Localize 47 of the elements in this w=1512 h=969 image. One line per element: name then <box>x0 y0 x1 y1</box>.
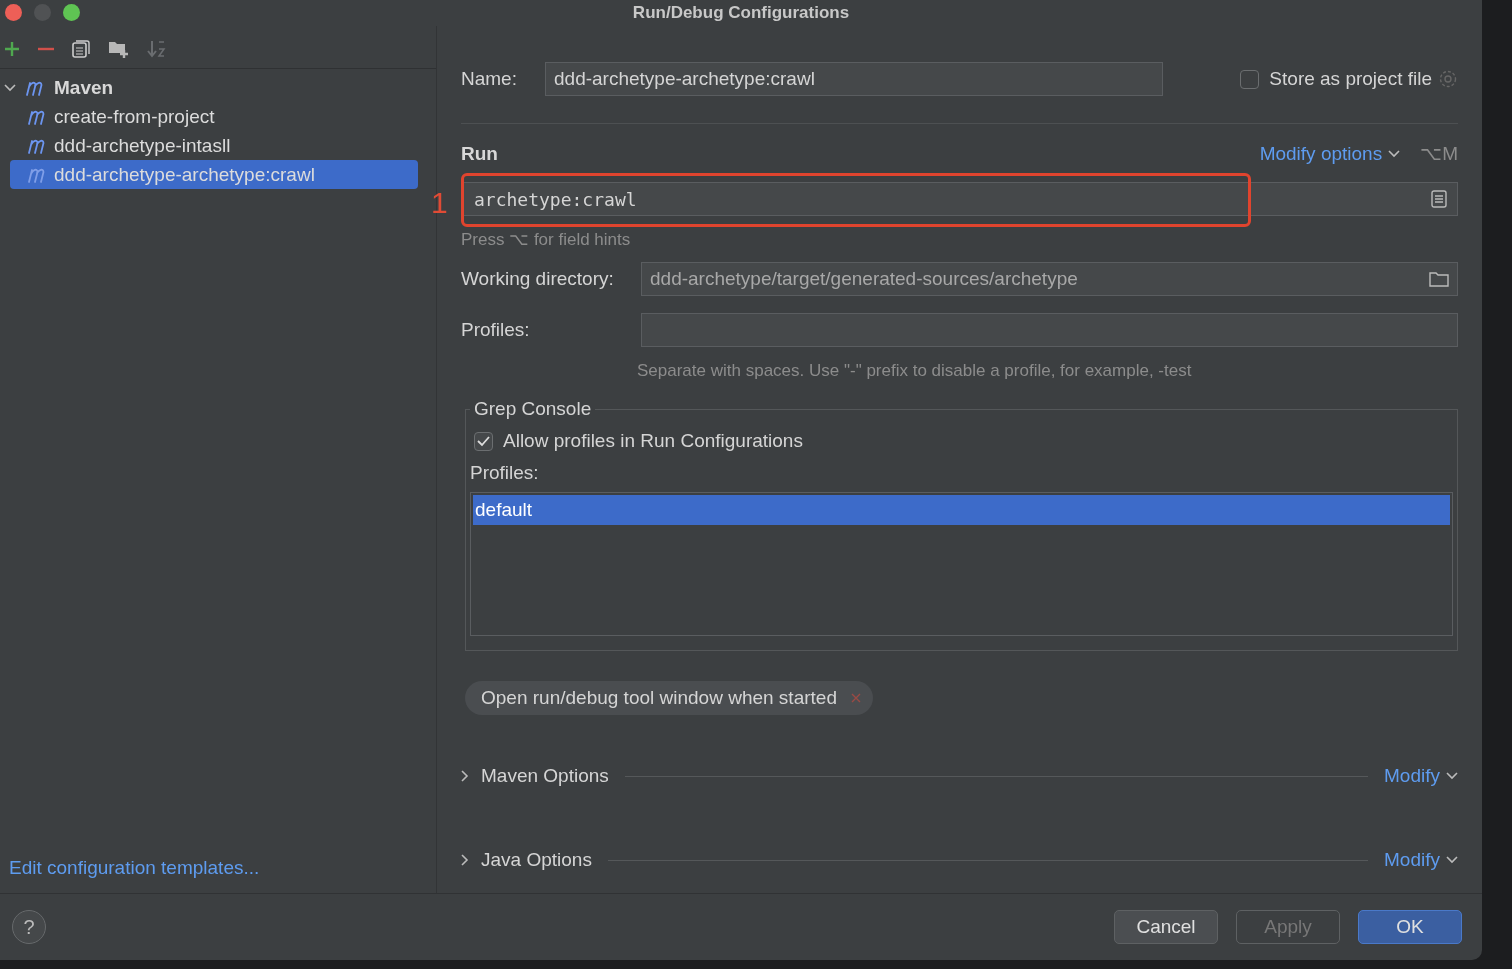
checkbox[interactable] <box>474 431 493 451</box>
modify-options-link[interactable]: Modify options <box>1259 142 1401 165</box>
document-icon[interactable] <box>1431 190 1447 208</box>
edit-templates-link[interactable]: Edit configuration templates... <box>0 857 436 893</box>
tree-item[interactable]: ddd-archetype-intasll <box>10 131 418 160</box>
shortcut-label: ⌥M <box>1420 142 1458 165</box>
section-title[interactable]: Java Options <box>481 849 592 871</box>
run-heading: Run <box>461 142 498 165</box>
ok-button[interactable]: OK <box>1358 910 1462 944</box>
add-icon[interactable] <box>4 41 20 57</box>
zoom-icon[interactable] <box>63 4 80 21</box>
chevron-icon[interactable] <box>461 854 469 866</box>
chevron-icon[interactable] <box>4 83 16 92</box>
profiles-list-label: Profiles: <box>470 462 540 484</box>
store-label: Store as project file <box>1269 68 1432 90</box>
remove-icon[interactable] <box>38 47 54 51</box>
name-field[interactable]: ddd-archetype-archetype:crawl <box>545 62 1163 96</box>
option-tag: Open run/debug tool window when started <box>465 681 873 715</box>
field-hint: Press ⌥ for field hints <box>461 229 631 250</box>
modify-link[interactable]: Modify <box>1384 765 1458 787</box>
working-directory-field[interactable]: ddd-archetype/target/generated-sources/archetype <box>641 262 1458 296</box>
chevron-icon[interactable] <box>1446 856 1458 864</box>
checkbox[interactable] <box>1240 69 1260 89</box>
folder-icon[interactable] <box>1429 271 1449 287</box>
folder-add-icon[interactable] <box>108 40 129 58</box>
command-field[interactable]: archetype:crawl <box>461 182 1458 216</box>
annotation-label: 1 <box>431 186 448 220</box>
name-label: Name: <box>461 68 518 90</box>
section-title[interactable]: Maven Options <box>481 765 609 787</box>
working-directory-label: Working directory: <box>461 268 615 290</box>
list-item[interactable]: default <box>473 495 1450 525</box>
chevron-icon[interactable] <box>1446 772 1458 780</box>
copy-icon[interactable] <box>72 40 90 58</box>
tree-item[interactable]: create-from-project <box>10 102 418 131</box>
window-title: Run/Debug Configurations <box>632 3 850 23</box>
close-icon[interactable] <box>5 4 22 21</box>
allow-profiles-label: Allow profiles in Run Configurations <box>503 430 803 452</box>
profiles-field[interactable] <box>641 313 1458 347</box>
profiles-label: Profiles: <box>461 319 531 341</box>
tree-item[interactable]: ddd-archetype-archetype:crawl <box>10 160 418 189</box>
cancel-button[interactable]: Cancel <box>1114 910 1218 944</box>
help-button[interactable]: ? <box>12 910 46 944</box>
modify-link[interactable]: Modify <box>1384 849 1458 871</box>
chevron-icon[interactable] <box>461 770 469 782</box>
chevron-icon[interactable] <box>1388 149 1401 158</box>
tree-group[interactable]: Maven <box>4 73 418 102</box>
profiles-hint: Separate with spaces. Use "-" prefix to disable a profile, for example, -test <box>637 361 1193 381</box>
